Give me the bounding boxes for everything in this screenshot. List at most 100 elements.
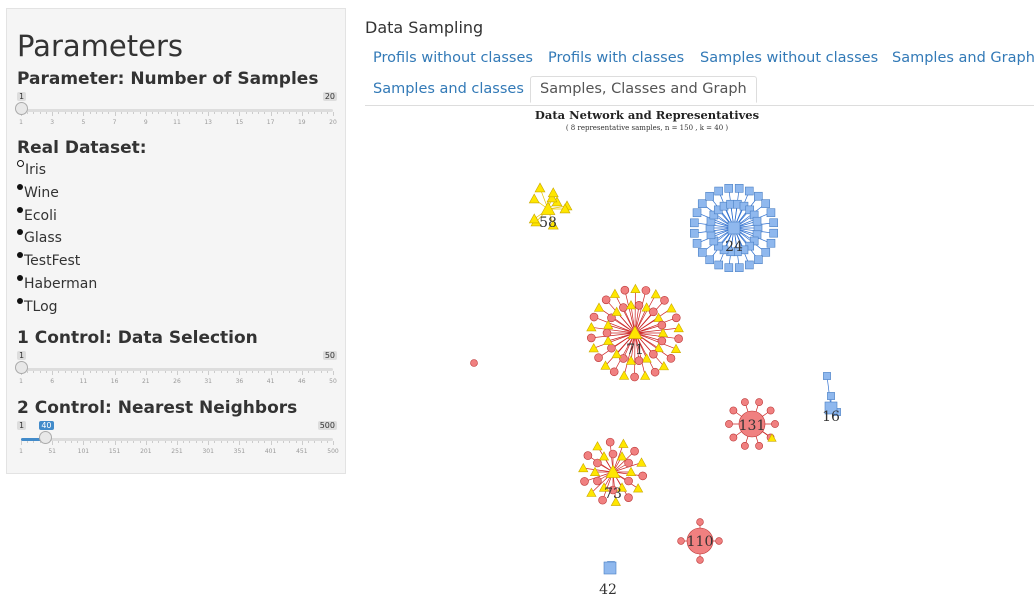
- slider-min-label: 1: [17, 351, 27, 360]
- graph-node: [692, 208, 702, 218]
- radio-button[interactable]: [17, 183, 23, 190]
- graph-node: [609, 367, 619, 377]
- slider-tick-label: 251: [171, 448, 183, 455]
- isolated-node: [470, 359, 478, 367]
- slider-tick-label: 451: [296, 448, 308, 455]
- graph-node: [734, 263, 744, 272]
- slider-minor-tick: [170, 371, 172, 373]
- slider-handle[interactable]: [15, 102, 28, 115]
- slider-tick: [145, 371, 147, 375]
- radio-button[interactable]: [17, 206, 23, 213]
- radio-label: TestFest: [24, 253, 81, 270]
- graph-node: [766, 406, 775, 415]
- samples-slider[interactable]: 1 20 1 3 5 7 9 11 13 15 17 19 20: [15, 92, 337, 129]
- graph-node: [534, 182, 546, 193]
- slider-minor-tick: [133, 371, 135, 373]
- radio-button[interactable]: [17, 297, 23, 304]
- slider-tick-label: 101: [77, 448, 90, 455]
- dataset-radio-haberman[interactable]: Haberman: [17, 275, 97, 292]
- radio-button[interactable]: [17, 160, 24, 167]
- cluster-label: 131: [739, 418, 766, 434]
- graph-node: [578, 462, 589, 473]
- nearest-neighbors-slider[interactable]: 1 500 40 1 51 101 151 201 251 301 351 401 451 500: [17, 421, 339, 458]
- graph-node: [605, 437, 615, 447]
- slider-tick: [239, 441, 241, 445]
- slider-tick-label: 201: [140, 448, 152, 455]
- slider-tick-label: 11: [79, 378, 88, 385]
- slider-minor-tick: [170, 441, 172, 443]
- slider-tick-label: 17: [266, 119, 275, 126]
- dataset-radio-iris[interactable]: Iris: [17, 160, 47, 178]
- slider-tick-label: 36: [235, 378, 244, 385]
- slider-minor-tick: [64, 371, 66, 373]
- radio-button[interactable]: [17, 275, 23, 281]
- tab-samples-without-classes[interactable]: Samples without classes: [700, 50, 878, 66]
- slider-minor-tick: [77, 371, 79, 373]
- graph-node: [766, 238, 776, 248]
- graph-node: [677, 537, 685, 545]
- radio-label: Glass: [24, 230, 62, 247]
- radio-button[interactable]: [17, 252, 23, 259]
- graph-node: [625, 466, 637, 476]
- graph-node: [636, 457, 647, 467]
- graph-node: [766, 208, 776, 217]
- tab-samples-and-classes[interactable]: Samples and classes: [373, 81, 524, 97]
- slider-minor-tick: [233, 371, 235, 373]
- data-selection-slider[interactable]: 1 50 1 6 11 16 21 26 31 36 41 46 50: [15, 351, 337, 388]
- slider-minor-tick: [77, 441, 79, 443]
- parameters-panel: Parameters Parameter: Number of Samples …: [6, 8, 346, 474]
- graph-node: [714, 260, 724, 270]
- slider-tick: [145, 441, 147, 445]
- tab-profils-with-classes[interactable]: Profils with classes: [548, 50, 684, 66]
- slider-tick: [208, 441, 210, 445]
- radio-label: Iris: [25, 162, 47, 178]
- graph-node: [624, 476, 633, 486]
- graph-node: [618, 438, 629, 448]
- slider-minor-tick: [139, 112, 141, 114]
- graph-node: [547, 187, 559, 198]
- slider-minor-tick: [314, 112, 316, 114]
- graph-node: [620, 285, 630, 295]
- radio-button[interactable]: [17, 229, 23, 236]
- graph-node: [671, 313, 681, 323]
- slider-minor-tick: [95, 112, 97, 114]
- slider-minor-tick: [233, 112, 235, 114]
- slider-tick-label: 1: [19, 378, 23, 385]
- tab-samples-and-graph[interactable]: Samples and Graph: [892, 50, 1034, 66]
- tab-samples-classes-and-graph[interactable]: Samples, Classes and Graph: [530, 76, 757, 103]
- graph-node: [593, 476, 602, 486]
- graph-node: [754, 255, 763, 265]
- dataset-radio-ecoli[interactable]: Ecoli: [17, 206, 57, 224]
- slider-minor-tick: [283, 371, 285, 373]
- slider-tick-label: 15: [235, 119, 244, 126]
- slider-min-label: 1: [17, 92, 27, 101]
- slider-minor-tick: [33, 112, 35, 114]
- slider-tick-label: 19: [297, 119, 306, 126]
- slider-ticks: [21, 441, 334, 447]
- slider-minor-tick: [258, 441, 260, 443]
- graph-node: [755, 398, 764, 407]
- tab-profils-without-classes[interactable]: Profils without classes: [373, 50, 533, 66]
- graph-node: [724, 184, 734, 193]
- slider-tick: [83, 371, 85, 375]
- slider-minor-tick: [189, 112, 191, 114]
- slider-minor-tick: [220, 371, 222, 373]
- dataset-radio-glass[interactable]: Glass: [17, 229, 62, 247]
- slider-minor-tick: [133, 441, 135, 443]
- slider-minor-tick: [320, 112, 322, 114]
- slider-minor-tick: [295, 112, 297, 114]
- slider-min-label: 1: [17, 421, 27, 430]
- graph-node: [740, 398, 749, 407]
- graph-node: [624, 458, 633, 468]
- slider-minor-tick: [245, 371, 247, 373]
- slider-minor-tick: [152, 441, 154, 443]
- dataset-radio-testfest[interactable]: TestFest: [17, 252, 81, 270]
- slider-minor-tick: [27, 112, 29, 114]
- slider-tick-label: 1: [19, 119, 23, 126]
- dataset-radio-tlog[interactable]: TLog: [17, 297, 58, 315]
- graph-node: [586, 322, 597, 332]
- dataset-radio-wine[interactable]: Wine: [17, 183, 59, 201]
- slider-tick-label: 151: [108, 448, 121, 455]
- graph-node: [744, 186, 754, 196]
- slider-handle[interactable]: [15, 361, 28, 374]
